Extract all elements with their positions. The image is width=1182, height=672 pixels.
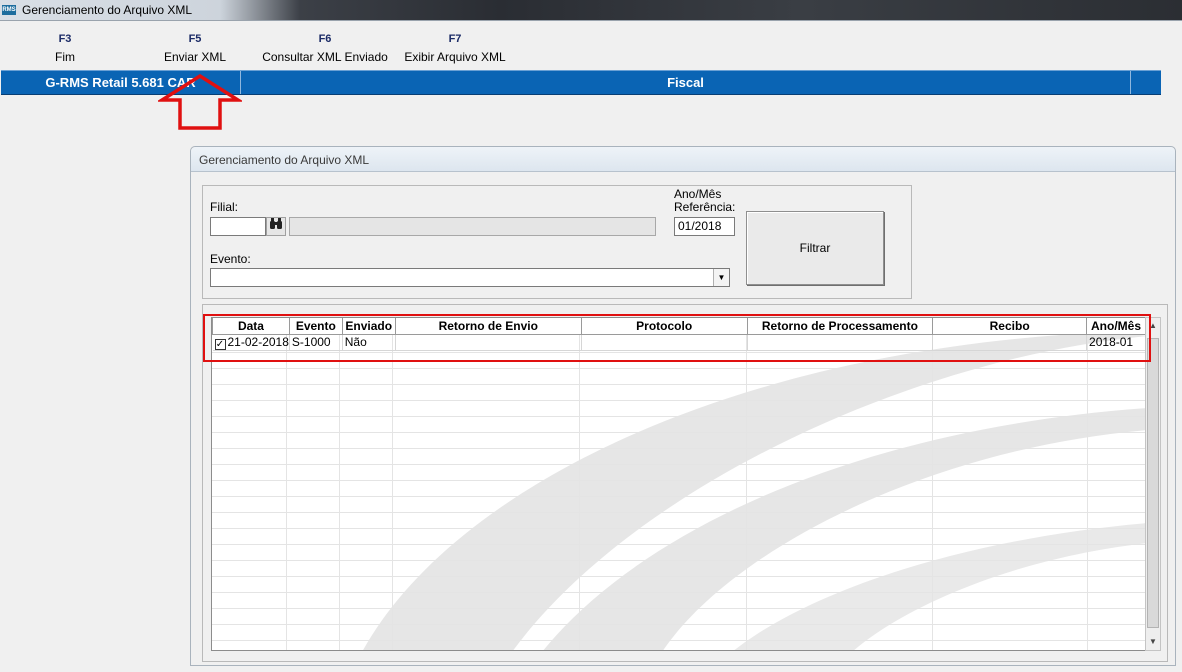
grid-empty-row-line <box>212 400 1146 401</box>
window-title: Gerenciamento do Arquivo XML <box>22 3 193 17</box>
grid-empty-row-line <box>212 624 1146 625</box>
grid-column-line <box>1087 318 1088 650</box>
scroll-thumb[interactable] <box>1147 338 1159 628</box>
enviar-xml-button[interactable]: F5 Enviar XML <box>160 32 230 65</box>
module-name: Fiscal <box>241 71 1131 94</box>
exibir-arquivo-xml-label: Exibir Arquivo XML <box>404 50 506 64</box>
grid-empty-row-line <box>212 576 1146 577</box>
evento-select[interactable]: ▼ <box>210 268 730 287</box>
grid-empty-row-line <box>212 448 1146 449</box>
grid-empty-row-line <box>212 512 1146 513</box>
ano-mes-label: Ano/Mês Referência: <box>674 188 735 214</box>
grid-empty-row-line <box>212 496 1146 497</box>
grid-empty-row-line <box>212 592 1146 593</box>
grid-empty-row-line <box>212 640 1146 641</box>
enviar-xml-key: F5 <box>188 33 202 45</box>
fim-key: F3 <box>58 33 72 45</box>
grid-column-line <box>339 318 340 650</box>
grid-empty-row-line <box>212 416 1146 417</box>
red-highlight-annotation <box>203 314 1151 362</box>
grid-column-line <box>579 318 580 650</box>
xml-management-window: Gerenciamento do Arquivo XML Filial: Ano… <box>190 146 1176 666</box>
grid-empty-row-line <box>212 560 1146 561</box>
child-window-title-bar: Gerenciamento do Arquivo XML <box>191 147 1175 172</box>
exibir-arquivo-xml-key: F7 <box>448 33 462 45</box>
app-icon: RMS <box>2 5 16 15</box>
grid-column-line <box>932 318 933 650</box>
fim-label: Fim <box>55 50 75 64</box>
grid-empty-row-line <box>212 544 1146 545</box>
child-window-title: Gerenciamento do Arquivo XML <box>199 153 370 167</box>
grid-column-line <box>286 318 287 650</box>
grid-empty-row-line <box>212 432 1146 433</box>
grid-column-line <box>392 318 393 650</box>
grid-vertical-scrollbar[interactable]: ▲ ▼ <box>1145 317 1161 651</box>
ano-mes-label-line2: Referência: <box>674 200 736 214</box>
evento-label: Evento: <box>210 252 251 266</box>
ano-mes-input[interactable]: 01/2018 <box>674 217 735 236</box>
consultar-xml-enviado-label: Consultar XML Enviado <box>262 50 388 64</box>
events-grid[interactable]: Data Evento Enviado Retorno de Envio Pro… <box>211 317 1147 651</box>
grid-empty-row-line <box>212 480 1146 481</box>
binoculars-icon[interactable] <box>266 217 286 236</box>
function-key-toolbar: F3 Fim F5 Enviar XML F6 Consultar XML En… <box>0 22 1182 70</box>
filial-input[interactable] <box>210 217 266 236</box>
grid-empty-row-line <box>212 608 1146 609</box>
filial-label: Filial: <box>210 200 239 214</box>
enviar-xml-label: Enviar XML <box>163 50 227 64</box>
grid-empty-row-line <box>212 528 1146 529</box>
filtrar-button[interactable]: Filtrar <box>746 211 884 285</box>
grid-empty-row-line <box>212 464 1146 465</box>
grid-empty-row-line <box>212 384 1146 385</box>
consultar-xml-enviado-key: F6 <box>318 33 332 45</box>
grid-empty-row-line <box>212 368 1146 369</box>
red-arrow-annotation <box>158 74 242 130</box>
chevron-down-icon[interactable]: ▼ <box>713 269 729 286</box>
scroll-down-icon[interactable]: ▼ <box>1146 634 1160 650</box>
filial-description-field <box>289 217 656 236</box>
fim-button[interactable]: F3 Fim <box>40 32 90 65</box>
grid-column-line <box>746 318 747 650</box>
window-title-bar: RMS Gerenciamento do Arquivo XML <box>0 0 1182 21</box>
ano-mes-label-line1: Ano/Mês <box>674 187 722 201</box>
exibir-arquivo-xml-button[interactable]: F7 Exibir Arquivo XML <box>400 32 510 65</box>
consultar-xml-enviado-button[interactable]: F6 Consultar XML Enviado <box>258 32 392 65</box>
